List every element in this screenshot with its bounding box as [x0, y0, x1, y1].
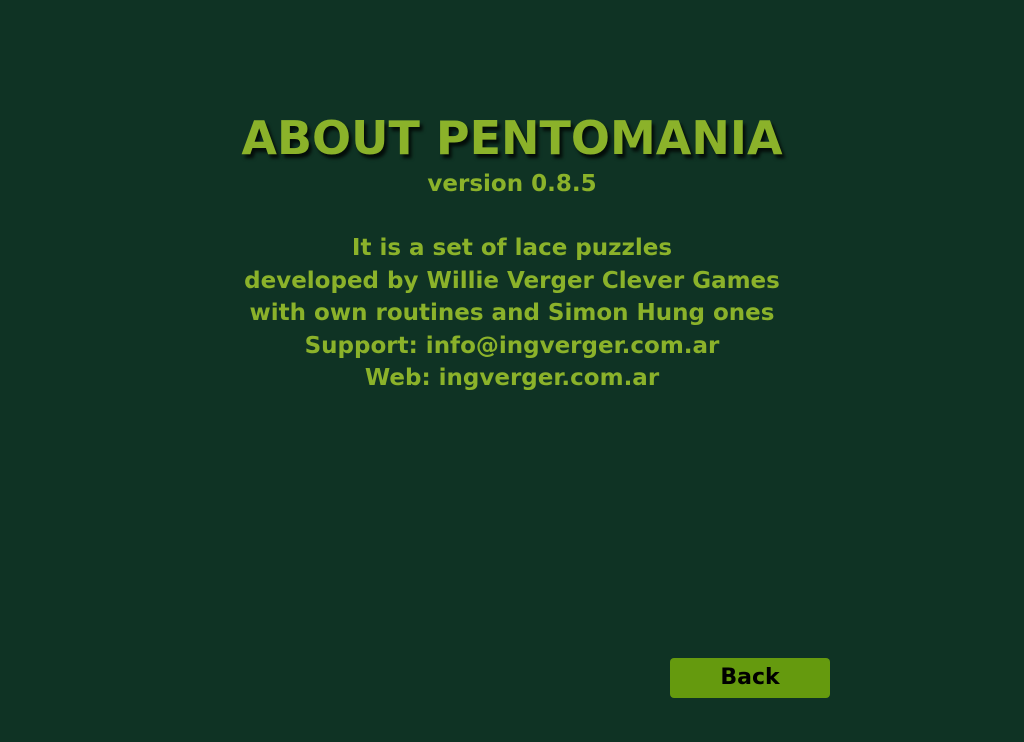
- description-line-developer: developed by Willie Verger Clever Games: [244, 267, 780, 294]
- description-line-purpose: It is a set of lace puzzles: [351, 235, 673, 261]
- support-email-line: Support: info@ingverger.com.ar: [304, 332, 720, 359]
- website-line: Web: ingverger.com.ar: [364, 365, 660, 391]
- about-description: It is a set of lace puzzles developed by…: [0, 232, 1024, 395]
- about-screen: ABOUT PENTOMANIA version 0.8.5 It is a s…: [0, 0, 1024, 742]
- version-label: version 0.8.5: [427, 171, 597, 197]
- back-button[interactable]: Back: [670, 658, 830, 698]
- about-title: ABOUT PENTOMANIA: [241, 111, 783, 165]
- description-line-credits: with own routines and Simon Hung ones: [249, 300, 775, 326]
